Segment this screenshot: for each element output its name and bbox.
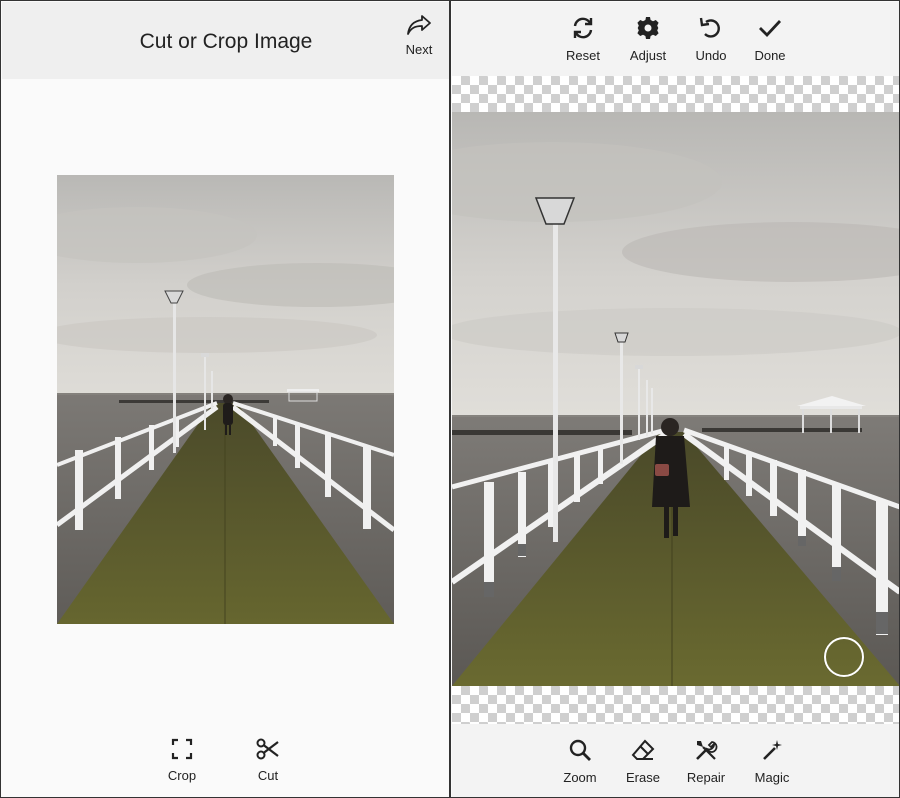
cut-or-crop-screen: Cut or Crop Image Next Crop Cut [2, 2, 450, 797]
erase-button[interactable]: Erase [613, 738, 673, 785]
undo-icon [681, 16, 741, 40]
magnifier-icon [550, 738, 610, 762]
reset-button[interactable]: Reset [553, 16, 613, 63]
transparent-area-top [452, 76, 899, 112]
magic-button[interactable]: Magic [742, 738, 802, 785]
adjust-button[interactable]: Adjust [618, 16, 678, 63]
checkmark-icon [740, 16, 800, 40]
done-label: Done [754, 48, 786, 63]
repair-label: Repair [686, 770, 726, 785]
editable-photo-canvas[interactable] [452, 112, 899, 686]
next-button[interactable]: Next [398, 14, 440, 66]
top-toolbar: Reset Adjust Undo Done [452, 2, 899, 76]
panel-divider [449, 0, 451, 798]
cut-button[interactable]: Cut [238, 738, 298, 783]
next-label: Next [405, 42, 433, 57]
brush-cursor [824, 637, 864, 677]
page-title: Cut or Crop Image [139, 30, 313, 53]
bottom-toolbar: Zoom Erase Repair Magic [452, 724, 899, 797]
zoom-label: Zoom [563, 770, 597, 785]
undo-label: Undo [695, 48, 727, 63]
magic-wand-icon [742, 738, 802, 762]
share-forward-icon [398, 14, 440, 36]
gear-icon [618, 16, 678, 40]
zoom-button[interactable]: Zoom [550, 738, 610, 785]
done-button[interactable]: Done [740, 16, 800, 63]
erase-label: Erase [626, 770, 660, 785]
bottom-toolbar: Crop Cut [2, 722, 450, 797]
header-bar: Cut or Crop Image Next [2, 2, 450, 79]
crop-frame-icon [152, 738, 212, 760]
scissors-icon [238, 738, 298, 760]
crop-button[interactable]: Crop [152, 738, 212, 783]
wrench-screwdriver-icon [676, 738, 736, 762]
undo-button[interactable]: Undo [681, 16, 741, 63]
adjust-label: Adjust [629, 48, 667, 63]
repair-button[interactable]: Repair [676, 738, 736, 785]
crop-label: Crop [167, 768, 197, 783]
reset-arrows-icon [553, 16, 613, 40]
cut-label: Cut [257, 768, 279, 783]
cut-editor-screen: Reset Adjust Undo Done Zoom Erase Repair… [452, 2, 899, 797]
transparent-area-bottom [452, 686, 899, 724]
reset-label: Reset [566, 48, 600, 63]
photo-preview [57, 175, 394, 624]
magic-label: Magic [754, 770, 790, 785]
eraser-icon [613, 738, 673, 762]
